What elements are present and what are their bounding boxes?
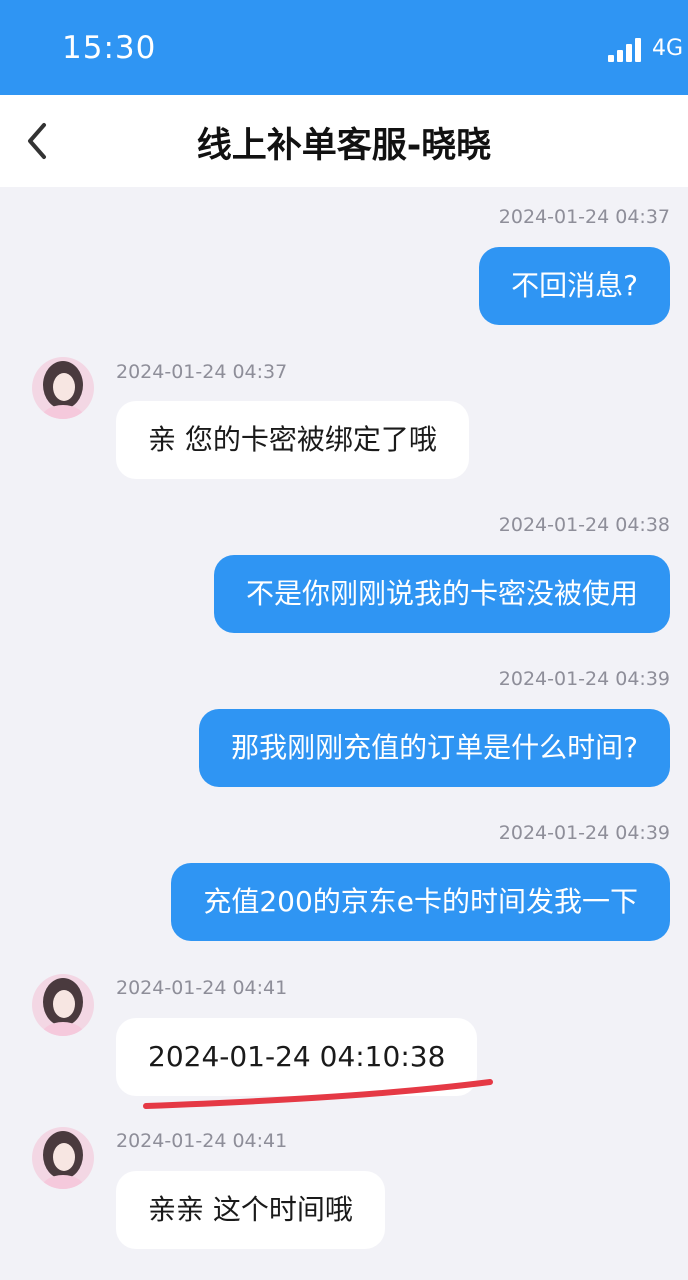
message-timestamp: 2024-01-24 04:39 xyxy=(498,822,670,844)
signal-bars-icon xyxy=(608,38,644,62)
agent-avatar-image xyxy=(32,974,94,1036)
chat-title: 线上补单客服-晓晓 xyxy=(196,126,492,166)
message-timestamp: 2024-01-24 04:38 xyxy=(498,514,670,536)
message-bubble-outgoing[interactable]: 充值200的京东e卡的时间发我一下 xyxy=(171,863,670,941)
status-time: 15:30 xyxy=(62,30,157,66)
agent-avatar[interactable] xyxy=(32,974,94,1036)
message-bubble-outgoing[interactable]: 不回消息? xyxy=(479,247,670,325)
message-bubble-incoming[interactable]: 亲亲 这个时间哦 xyxy=(116,1171,385,1249)
message-timestamp: 2024-01-24 04:37 xyxy=(498,206,670,228)
message-timestamp: 2024-01-24 04:41 xyxy=(116,977,288,999)
network-type-label: 4G xyxy=(652,36,684,61)
agent-avatar-image xyxy=(32,357,94,419)
agent-avatar[interactable] xyxy=(32,1127,94,1189)
message-bubble-incoming[interactable]: 亲 您的卡密被绑定了哦 xyxy=(116,401,469,479)
message-timestamp: 2024-01-24 04:37 xyxy=(116,361,288,383)
red-annotation-underline xyxy=(143,1079,493,1109)
message-timestamp: 2024-01-24 04:41 xyxy=(116,1130,288,1152)
message-bubble-outgoing[interactable]: 那我刚刚充值的订单是什么时间? xyxy=(199,709,670,787)
message-timestamp: 2024-01-24 04:39 xyxy=(498,668,670,690)
message-bubble-outgoing[interactable]: 不是你刚刚说我的卡密没被使用 xyxy=(213,555,670,633)
nav-bar: 线上补单客服-晓晓 xyxy=(0,95,688,187)
agent-avatar-image xyxy=(32,1127,94,1189)
status-bar: 15:30 4G xyxy=(0,0,688,95)
agent-avatar[interactable] xyxy=(32,357,94,419)
